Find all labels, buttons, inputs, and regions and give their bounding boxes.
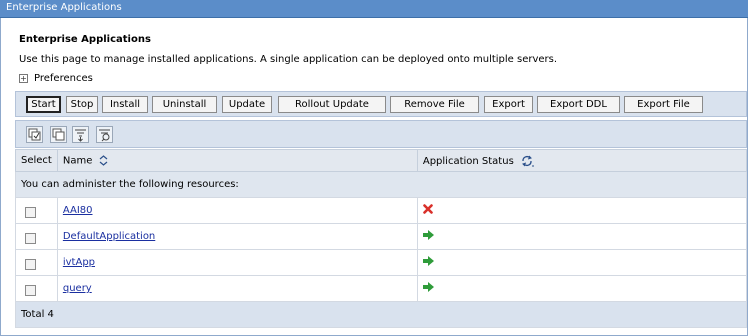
expand-plus-icon[interactable]: + — [19, 74, 28, 83]
export-file-button[interactable]: Export File — [624, 96, 703, 113]
update-button[interactable]: Update — [222, 96, 272, 113]
page-description: Use this page to manage installed applic… — [19, 54, 558, 65]
name-column-header[interactable]: Name — [56, 149, 418, 172]
preferences-toggle[interactable]: + Preferences — [19, 73, 93, 84]
row-checkbox[interactable] — [25, 258, 36, 270]
export-button[interactable]: Export — [484, 96, 533, 113]
stop-button[interactable]: Stop — [66, 96, 98, 113]
export-ddl-button[interactable]: Export DDL — [537, 96, 620, 113]
window-title: Enterprise Applications — [0, 0, 748, 18]
select-all-icon[interactable] — [26, 126, 43, 143]
clear-filter-icon[interactable] — [96, 126, 113, 143]
select-column-header: Select — [15, 149, 58, 172]
row-checkbox[interactable] — [25, 206, 36, 218]
page-title: Enterprise Applications — [19, 34, 151, 45]
table-row: DefaultApplication — [15, 223, 748, 250]
start-button[interactable]: Start — [26, 96, 61, 113]
app-link[interactable]: query — [63, 283, 92, 294]
status-column-header[interactable]: Application Status — [416, 149, 748, 172]
rollout-update-button[interactable]: Rollout Update — [278, 96, 386, 113]
started-status-icon — [422, 282, 434, 292]
preferences-label: Preferences — [34, 73, 93, 84]
sort-icon[interactable] — [99, 154, 108, 166]
total-count: Total 4 — [15, 301, 747, 328]
row-checkbox[interactable] — [25, 284, 36, 296]
applications-table: Select Name Application Status You can a… — [15, 149, 748, 328]
name-header-label: Name — [62, 155, 93, 167]
started-status-icon — [422, 256, 434, 266]
deselect-all-icon[interactable] — [50, 126, 67, 143]
stopped-status-icon — [423, 204, 433, 214]
selection-iconbar — [15, 120, 747, 148]
uninstall-button[interactable]: Uninstall — [152, 96, 217, 113]
row-checkbox[interactable] — [25, 232, 36, 244]
show-filter-icon[interactable] — [72, 126, 89, 143]
action-toolbar: Start Stop Install Uninstall Update Roll… — [15, 91, 747, 117]
status-header-label: Application Status — [422, 155, 514, 167]
refresh-icon[interactable] — [520, 155, 534, 167]
started-status-icon — [422, 230, 434, 240]
table-row: ivtApp — [15, 249, 748, 276]
table-row: AAI80 — [15, 197, 748, 224]
app-link[interactable]: ivtApp — [63, 257, 95, 268]
install-button[interactable]: Install — [102, 96, 148, 113]
remove-file-button[interactable]: Remove File — [390, 96, 479, 113]
table-row: query — [15, 275, 748, 302]
app-link[interactable]: DefaultApplication — [63, 231, 155, 242]
app-link[interactable]: AAI80 — [63, 205, 93, 216]
resource-note: You can administer the following resourc… — [15, 171, 747, 198]
